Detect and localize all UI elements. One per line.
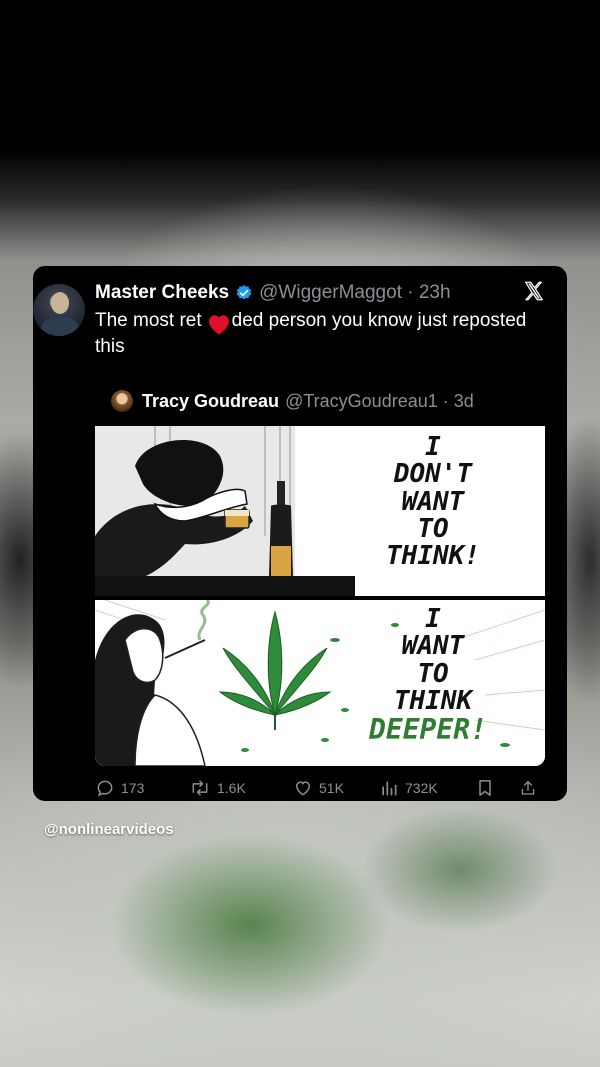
meme-image-top-panel[interactable]: I DON'T WANT TO THINK! [95,426,545,596]
author-handle-text: @WiggerMaggot [259,282,402,303]
meme-image-bottom-panel[interactable]: I WANT TO THINK DEEPER! [95,600,545,766]
views-count: 732K [405,780,438,796]
action-bar: 173 1.6K 51K 732K [95,776,555,800]
like-button[interactable]: 51K [293,778,379,798]
top-caption-line-1: I [425,432,441,462]
bookmark-icon [479,780,491,796]
quoted-time: 3d [453,390,474,411]
reply-icon [97,780,113,797]
bottom-caption-line-1: I [425,604,441,634]
repost-icon [192,780,208,796]
views-icon [382,781,397,796]
tweet-text: The most ret ded person you know just rep… [95,308,555,360]
reply-button[interactable]: 173 [95,778,189,798]
x-logo-icon [525,281,543,301]
bottom-panel-caption: I WANT TO THINK DEEPER! [363,604,503,744]
screen: Master Cheeks @WiggerMaggot · 23h The mo… [0,0,600,1067]
author-handle[interactable]: @WiggerMaggot · 23h [259,282,450,304]
verified-badge-icon [236,285,252,300]
author-name[interactable]: Master Cheeks [95,282,229,304]
tweet-time: 23h [418,282,451,303]
avatar-head [51,292,69,314]
tweet-header: Master Cheeks @WiggerMaggot · 23h [95,281,451,305]
heart-sticker-icon [209,315,229,335]
quoted-author-handle[interactable]: @TracyGoudreau1 · 3d [285,391,474,412]
top-caption-line-4: TO [417,513,449,544]
author-avatar[interactable] [33,284,85,336]
top-caption-line-3: WANT [401,486,465,517]
top-panel-caption: I DON'T WANT TO THINK! [363,432,503,572]
share-icon [521,780,535,795]
avatar-body [41,316,79,336]
quoted-handle-text: @TracyGoudreau1 [285,390,438,411]
bottom-caption-line-2: WANT [401,631,465,662]
views-button[interactable]: 732K [379,778,475,798]
quoted-tweet-header[interactable]: Tracy Goudreau @TracyGoudreau1 · 3d [111,389,474,413]
top-caption-line-5: THINK! [386,541,480,572]
share-button[interactable] [519,778,543,798]
like-icon [295,781,311,796]
repost-button[interactable]: 1.6K [189,778,293,798]
creator-watermark: @nonlinearvideos [44,821,174,838]
bookmark-button[interactable] [475,778,519,798]
quoted-author-name[interactable]: Tracy Goudreau [142,391,279,412]
bottom-caption-line-4: THINK [393,685,473,716]
like-count: 51K [319,780,344,796]
bottom-caption-emphasis: DEEPER! [368,713,487,747]
reply-count: 173 [121,780,145,796]
bottom-caption-line-3: TO [417,658,449,689]
quoted-author-avatar[interactable] [111,390,133,412]
repost-count: 1.6K [217,780,246,796]
top-caption-line-2: DON'T [393,459,473,490]
tweet-text-start: The most ret [95,310,202,331]
tweet-card[interactable]: Master Cheeks @WiggerMaggot · 23h The mo… [33,266,567,801]
